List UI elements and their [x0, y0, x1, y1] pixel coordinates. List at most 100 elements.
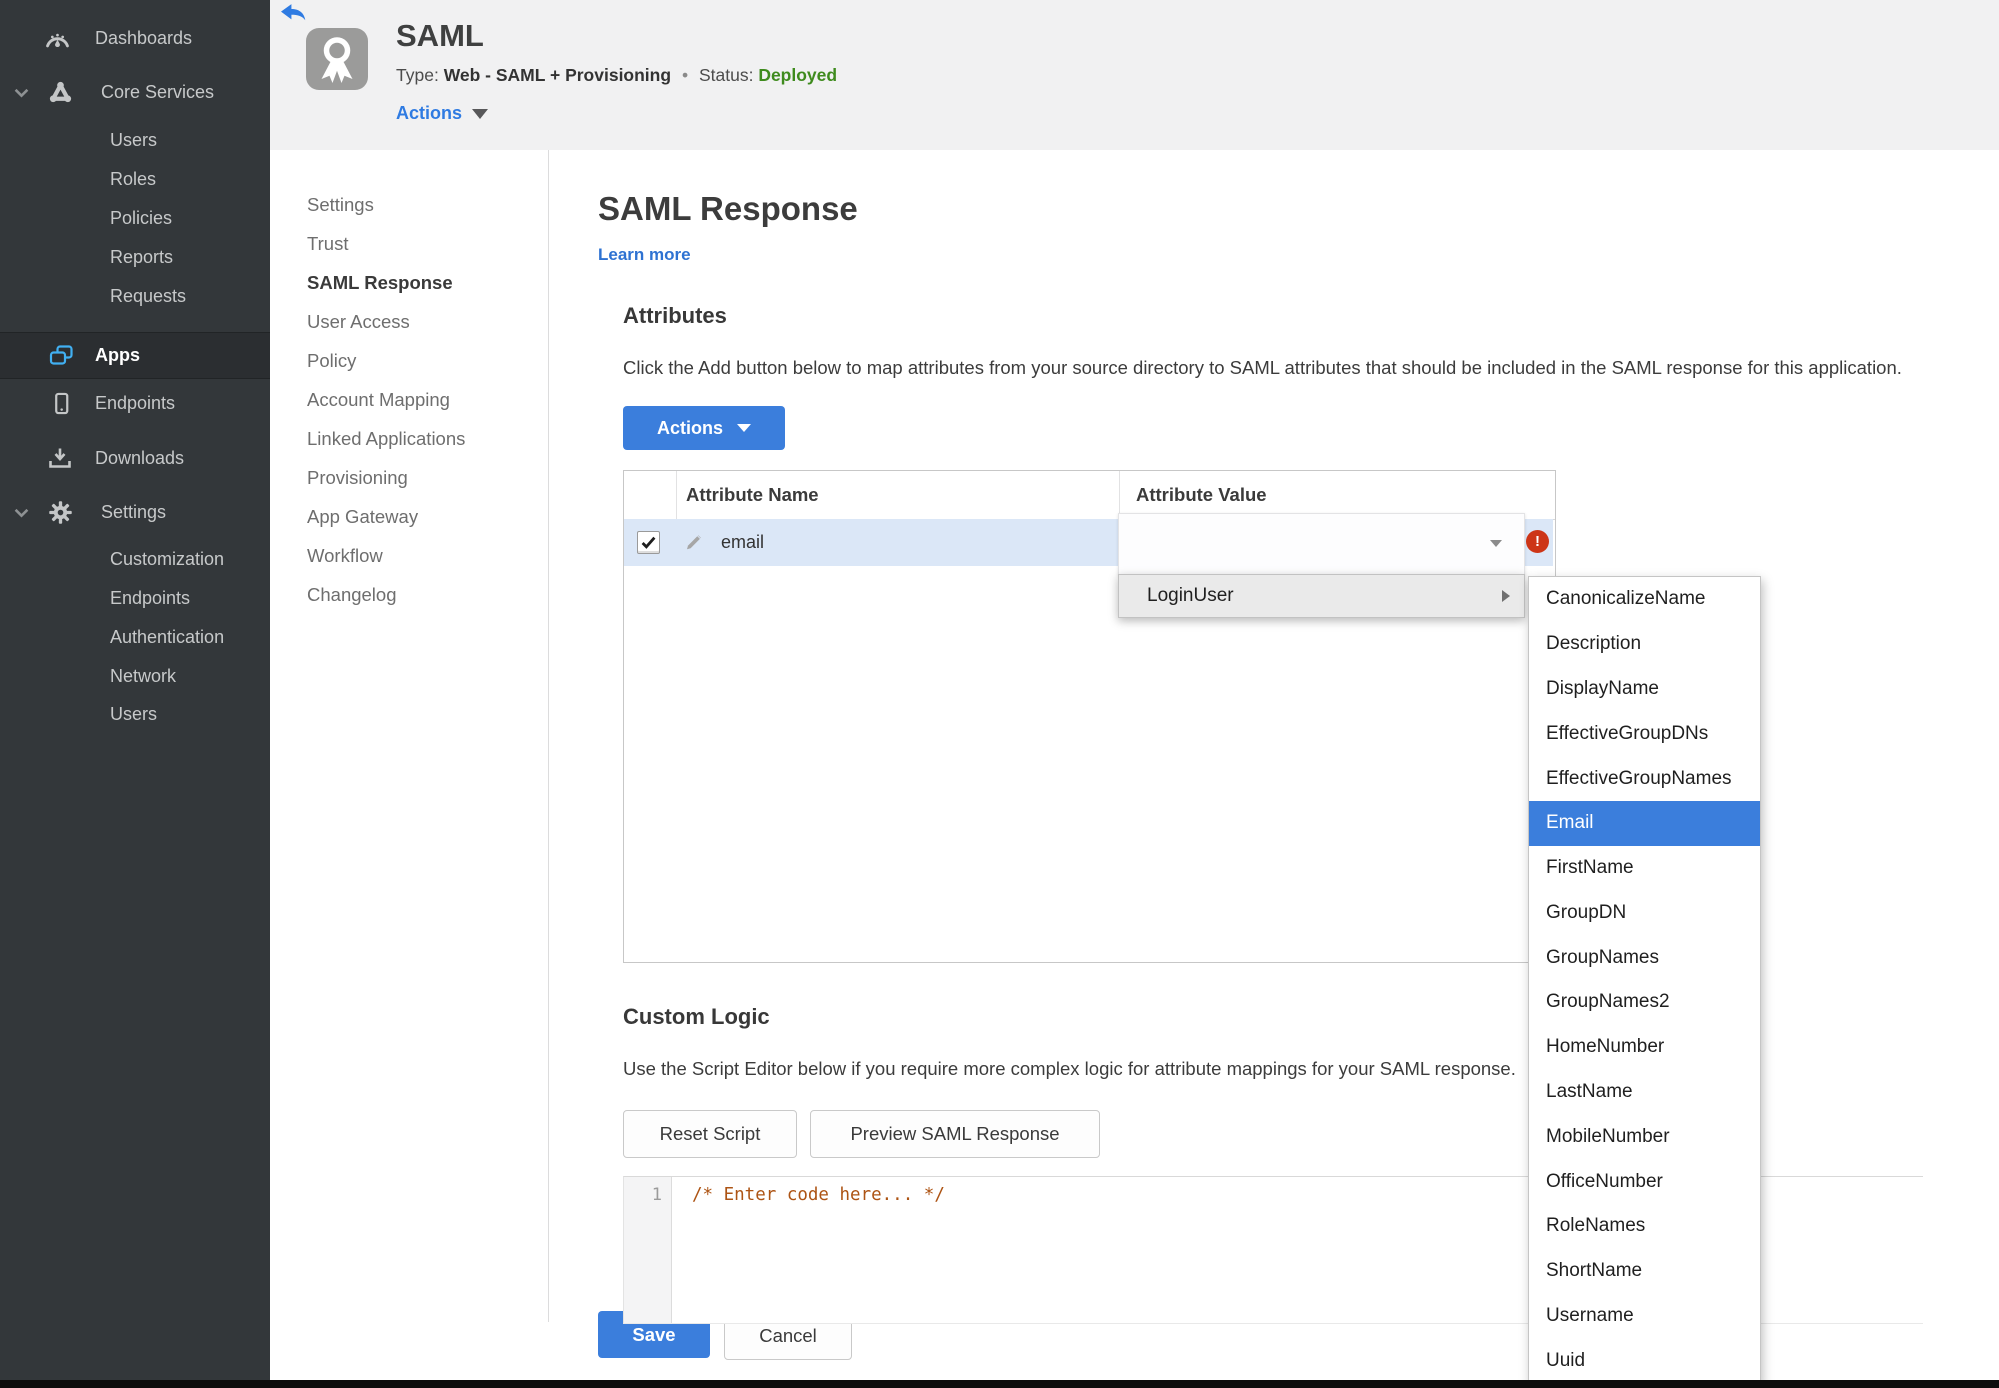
- menu-item-canonicalizename[interactable]: CanonicalizeName: [1529, 577, 1760, 622]
- sidebar-item-reports[interactable]: Reports: [0, 237, 270, 277]
- subnav-item-account-mapping[interactable]: Account Mapping: [307, 387, 450, 413]
- header-actions-menu[interactable]: Actions: [396, 103, 489, 124]
- subnav-item-settings[interactable]: Settings: [307, 192, 374, 218]
- custom-logic-description: Use the Script Editor below if you requi…: [623, 1058, 1516, 1079]
- app-header: SAML Type: Web - SAML + Provisioning • S…: [270, 0, 1999, 150]
- menu-item-description[interactable]: Description: [1529, 622, 1760, 667]
- subnav-item-linked-applications[interactable]: Linked Applications: [307, 426, 465, 452]
- subnav-item-policy[interactable]: Policy: [307, 348, 356, 374]
- app-subnav: Settings Trust SAML Response User Access…: [270, 150, 549, 1322]
- sidebar-item-authentication[interactable]: Authentication: [0, 617, 270, 657]
- sidebar-item-endpoints[interactable]: Endpoints: [0, 383, 270, 423]
- attributes-description: Click the Add button below to map attrib…: [623, 357, 1902, 378]
- editor-line-number: 1: [651, 1185, 662, 1205]
- menu-item-homenumber[interactable]: HomeNumber: [1529, 1025, 1760, 1070]
- menu-item-groupdn[interactable]: GroupDN: [1529, 890, 1760, 935]
- sidebar-item-policies[interactable]: Policies: [0, 198, 270, 238]
- preview-saml-response-button[interactable]: Preview SAML Response: [810, 1110, 1100, 1158]
- menu-item-officenumber[interactable]: OfficeNumber: [1529, 1159, 1760, 1204]
- chevron-down-icon[interactable]: [14, 502, 29, 523]
- dropdown-caret-icon[interactable]: [1490, 540, 1502, 547]
- sidebar-item-label: Endpoints: [95, 392, 176, 413]
- checkbox-check-icon: [641, 536, 656, 549]
- core-services-icon: [48, 80, 73, 105]
- endpoints-icon: [50, 392, 73, 415]
- sidebar-item-downloads[interactable]: Downloads: [0, 438, 270, 478]
- sidebar-item-users-settings[interactable]: Users: [0, 694, 270, 734]
- error-exclamation-icon: !: [1526, 530, 1549, 553]
- type-value: Web - SAML + Provisioning: [443, 65, 672, 85]
- value-submenu: CanonicalizeName Description DisplayName…: [1528, 576, 1761, 1384]
- menu-item-rolenames[interactable]: RoleNames: [1529, 1204, 1760, 1249]
- attributes-actions-button[interactable]: Actions: [623, 406, 785, 450]
- type-label: Type:: [396, 65, 439, 85]
- subnav-item-changelog[interactable]: Changelog: [307, 582, 397, 608]
- subnav-item-user-access[interactable]: User Access: [307, 309, 410, 335]
- sidebar-item-settings[interactable]: Settings: [0, 492, 270, 532]
- apps-icon: [48, 344, 74, 368]
- menu-item-email-selected[interactable]: Email: [1529, 800, 1760, 846]
- back-arrow-icon[interactable]: [281, 4, 307, 22]
- sidebar-item-label: Settings: [101, 501, 167, 522]
- submenu-arrow-icon: [1502, 590, 1510, 602]
- editor-code[interactable]: /* Enter code here... */: [692, 1185, 945, 1205]
- menu-item-displayname[interactable]: DisplayName: [1529, 667, 1760, 712]
- sidebar-item-label: Downloads: [95, 447, 185, 468]
- sidebar: Dashboards Core Services Users Roles Pol…: [0, 0, 270, 1388]
- subnav-item-trust[interactable]: Trust: [307, 231, 348, 257]
- menu-item-groupnames2[interactable]: GroupNames2: [1529, 980, 1760, 1025]
- row-checkbox[interactable]: [637, 531, 660, 554]
- value-menu-root[interactable]: LoginUser: [1118, 574, 1525, 618]
- attribute-name-cell: email: [721, 532, 765, 552]
- menu-item-uuid[interactable]: Uuid: [1529, 1338, 1760, 1383]
- column-header-attribute-value: Attribute Value: [1136, 484, 1267, 505]
- app-badge-ribbon-icon: [306, 28, 368, 90]
- sidebar-item-core-services[interactable]: Core Services: [0, 72, 270, 112]
- menu-item-loginuser[interactable]: LoginUser: [1147, 575, 1234, 617]
- meta-separator: •: [681, 65, 689, 85]
- sidebar-item-users[interactable]: Users: [0, 120, 270, 160]
- sidebar-item-apps[interactable]: Apps: [0, 332, 270, 379]
- menu-item-effectivegroupnames[interactable]: EffectiveGroupNames: [1529, 756, 1760, 801]
- menu-item-mobilenumber[interactable]: MobileNumber: [1529, 1114, 1760, 1159]
- subnav-item-saml-response[interactable]: SAML Response: [307, 270, 453, 296]
- subnav-item-app-gateway[interactable]: App Gateway: [307, 504, 418, 530]
- custom-logic-heading: Custom Logic: [623, 1004, 770, 1029]
- status-label: Status:: [698, 65, 754, 85]
- attribute-value-dropdown[interactable]: [1118, 513, 1525, 576]
- bottom-bar: [0, 1380, 1999, 1388]
- chevron-down-icon: [472, 108, 489, 119]
- attributes-heading: Attributes: [623, 303, 727, 328]
- gauge-icon: [44, 28, 71, 49]
- sidebar-item-label: Dashboards: [95, 27, 193, 48]
- chevron-down-icon[interactable]: [14, 82, 29, 103]
- menu-item-groupnames[interactable]: GroupNames: [1529, 935, 1760, 980]
- subnav-item-provisioning[interactable]: Provisioning: [307, 465, 408, 491]
- sidebar-item-dashboards[interactable]: Dashboards: [0, 18, 270, 58]
- sidebar-item-endpoints-settings[interactable]: Endpoints: [0, 578, 270, 618]
- sidebar-item-requests[interactable]: Requests: [0, 276, 270, 316]
- status-badge: Deployed: [758, 65, 838, 85]
- sidebar-item-label: Apps: [95, 345, 140, 365]
- app-title: SAML: [396, 18, 484, 53]
- reset-script-button[interactable]: Reset Script: [623, 1110, 797, 1158]
- menu-item-shortname[interactable]: ShortName: [1529, 1249, 1760, 1294]
- editor-gutter: 1: [624, 1177, 672, 1323]
- menu-item-firstname[interactable]: FirstName: [1529, 846, 1760, 891]
- sidebar-item-label: Core Services: [101, 81, 215, 102]
- page-title: SAML Response: [598, 190, 858, 227]
- menu-item-effectivegroupdns[interactable]: EffectiveGroupDNs: [1529, 711, 1760, 756]
- column-header-attribute-name: Attribute Name: [686, 484, 819, 505]
- downloads-icon: [48, 447, 72, 469]
- app-meta: Type: Web - SAML + Provisioning • Status…: [396, 65, 837, 86]
- sidebar-item-customization[interactable]: Customization: [0, 539, 270, 579]
- sidebar-item-network[interactable]: Network: [0, 656, 270, 696]
- learn-more-link[interactable]: Learn more: [598, 245, 691, 265]
- menu-item-lastname[interactable]: LastName: [1529, 1070, 1760, 1115]
- sidebar-item-roles[interactable]: Roles: [0, 159, 270, 199]
- edit-pencil-icon: [685, 533, 703, 556]
- chevron-down-icon: [737, 424, 751, 432]
- gear-icon: [48, 500, 73, 525]
- subnav-item-workflow[interactable]: Workflow: [307, 543, 383, 569]
- menu-item-username[interactable]: Username: [1529, 1294, 1760, 1339]
